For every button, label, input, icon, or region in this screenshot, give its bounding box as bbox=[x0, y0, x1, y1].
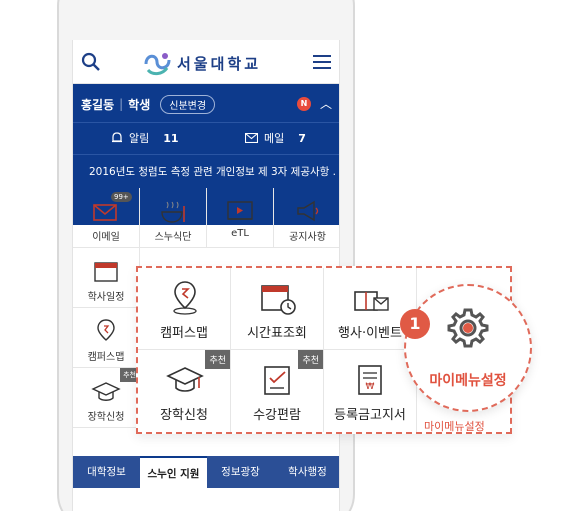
grid-item-label: 이메일 bbox=[92, 232, 120, 243]
new-badge[interactable]: N bbox=[297, 97, 311, 111]
zoom-item-label: 장학신청 bbox=[160, 408, 208, 423]
user-role: 학생 bbox=[128, 97, 151, 112]
checklist-icon bbox=[264, 366, 290, 395]
grid-item-campus-map[interactable]: 캠퍼스맵 bbox=[73, 308, 140, 368]
gift-invitation-icon bbox=[354, 291, 389, 311]
gear-icon bbox=[447, 308, 489, 348]
notice-text: 2016년도 청렴도 측정 관련 개인정보 제 3자 제공사항 .. bbox=[89, 166, 337, 178]
zoom-item-timetable[interactable]: 시간표조회 bbox=[231, 268, 324, 350]
university-logo[interactable]: 서울대학교 bbox=[143, 50, 261, 76]
bottom-tabs: 대학정보 스누인 지원 정보광장 학사행정 bbox=[73, 456, 339, 488]
video-screen-icon bbox=[227, 201, 253, 220]
user-name: 홍길동 bbox=[81, 97, 115, 112]
map-pin-icon bbox=[97, 319, 115, 341]
zoom-item-label: 캠퍼스맵 bbox=[160, 326, 208, 341]
meal-icon bbox=[161, 201, 185, 223]
grid-item-label: 학사일정 bbox=[87, 292, 125, 303]
tab-snuin-support[interactable]: 스누인 지원 bbox=[140, 456, 207, 488]
mail-count[interactable]: 메일 7 bbox=[245, 130, 306, 146]
tab-academic-admin[interactable]: 학사행정 bbox=[274, 456, 339, 488]
svg-text:₩: ₩ bbox=[366, 382, 375, 392]
snu-emblem-icon bbox=[144, 53, 171, 76]
calendar-clock-icon bbox=[261, 285, 296, 315]
user-row: 홍길동 | 학생 신분변경 bbox=[81, 94, 216, 114]
zoom-item-campus-map[interactable]: 캠퍼스맵 bbox=[138, 268, 231, 350]
graduation-cap-icon bbox=[166, 367, 204, 392]
graduation-cap-icon bbox=[91, 382, 121, 401]
grid-item-label: 스누식단 bbox=[154, 232, 192, 243]
megaphone-icon bbox=[297, 200, 319, 222]
calendar-icon bbox=[94, 262, 118, 282]
notice-ticker[interactable]: 2016년도 청렴도 측정 관련 개인정보 제 3자 제공사항 .. bbox=[81, 164, 337, 179]
grid-item-label: 장학신청 bbox=[87, 412, 125, 423]
envelope-icon bbox=[245, 133, 258, 143]
zoom-item-course-catalog[interactable]: 추천 수강편람 bbox=[231, 350, 324, 432]
recommend-badge: 추천 bbox=[298, 350, 323, 369]
my-menu-settings-callout[interactable]: 마이메뉴설정 bbox=[404, 284, 532, 412]
change-role-button[interactable]: 신분변경 bbox=[160, 94, 216, 114]
grid-item-academic-calendar[interactable]: 학사일정 bbox=[73, 248, 140, 308]
collapse-caret-icon[interactable]: ︿ bbox=[320, 95, 332, 112]
top-bar: 서울대학교 bbox=[73, 40, 339, 84]
alarm-label: 알림 bbox=[129, 132, 150, 145]
zoom-item-events[interactable]: 행사·이벤트 bbox=[324, 268, 417, 350]
alarm-count[interactable]: 알림 11 bbox=[111, 130, 179, 146]
grid-item-cafeteria[interactable]: 스누식단 bbox=[140, 188, 207, 248]
logo-text: 서울대학교 bbox=[177, 54, 262, 73]
tab-info-plaza[interactable]: 정보광장 bbox=[207, 456, 274, 488]
search-icon[interactable] bbox=[81, 52, 101, 72]
my-menu-peek-label: 마이메뉴설정 bbox=[424, 420, 485, 433]
hamburger-icon[interactable] bbox=[313, 54, 331, 70]
grid-item-notices[interactable]: 공지사항 bbox=[274, 188, 339, 248]
divider bbox=[73, 122, 339, 123]
alarm-number: 11 bbox=[163, 131, 179, 145]
mail-number: 7 bbox=[298, 131, 306, 145]
grid-item-scholarship[interactable]: 추천 장학신청 bbox=[73, 368, 140, 428]
map-pin-icon bbox=[173, 281, 197, 315]
zoom-item-tuition-bill[interactable]: ₩ 등록금고지서 bbox=[324, 350, 417, 432]
receipt-icon: ₩ bbox=[358, 365, 382, 395]
zoom-item-label: 등록금고지서 bbox=[334, 408, 406, 423]
grid-item-label: 공지사항 bbox=[289, 232, 326, 243]
bell-icon bbox=[112, 132, 122, 143]
recommend-badge: 추천 bbox=[205, 350, 230, 369]
grid-item-label: 캠퍼스맵 bbox=[87, 352, 125, 363]
grid-item-email[interactable]: 99+ 이메일 bbox=[73, 188, 140, 248]
unread-badge: 99+ bbox=[111, 192, 132, 202]
grid-item-etl[interactable]: eTL bbox=[207, 188, 274, 248]
divider bbox=[73, 154, 339, 155]
zoom-item-label: 수강편람 bbox=[253, 408, 301, 423]
zoom-item-scholarship[interactable]: 추천 장학신청 bbox=[138, 350, 231, 432]
zoom-item-label: 시간표조회 bbox=[247, 326, 307, 341]
counts-row: 알림 11 메일 7 bbox=[73, 128, 339, 150]
mail-label: 메일 bbox=[264, 132, 285, 145]
tab-university-info[interactable]: 대학정보 bbox=[73, 456, 140, 488]
step-number-badge: 1 bbox=[400, 309, 430, 339]
grid-item-label: eTL bbox=[231, 228, 249, 239]
my-menu-settings-label: 마이메뉴설정 bbox=[429, 373, 507, 389]
separator: | bbox=[119, 97, 124, 111]
